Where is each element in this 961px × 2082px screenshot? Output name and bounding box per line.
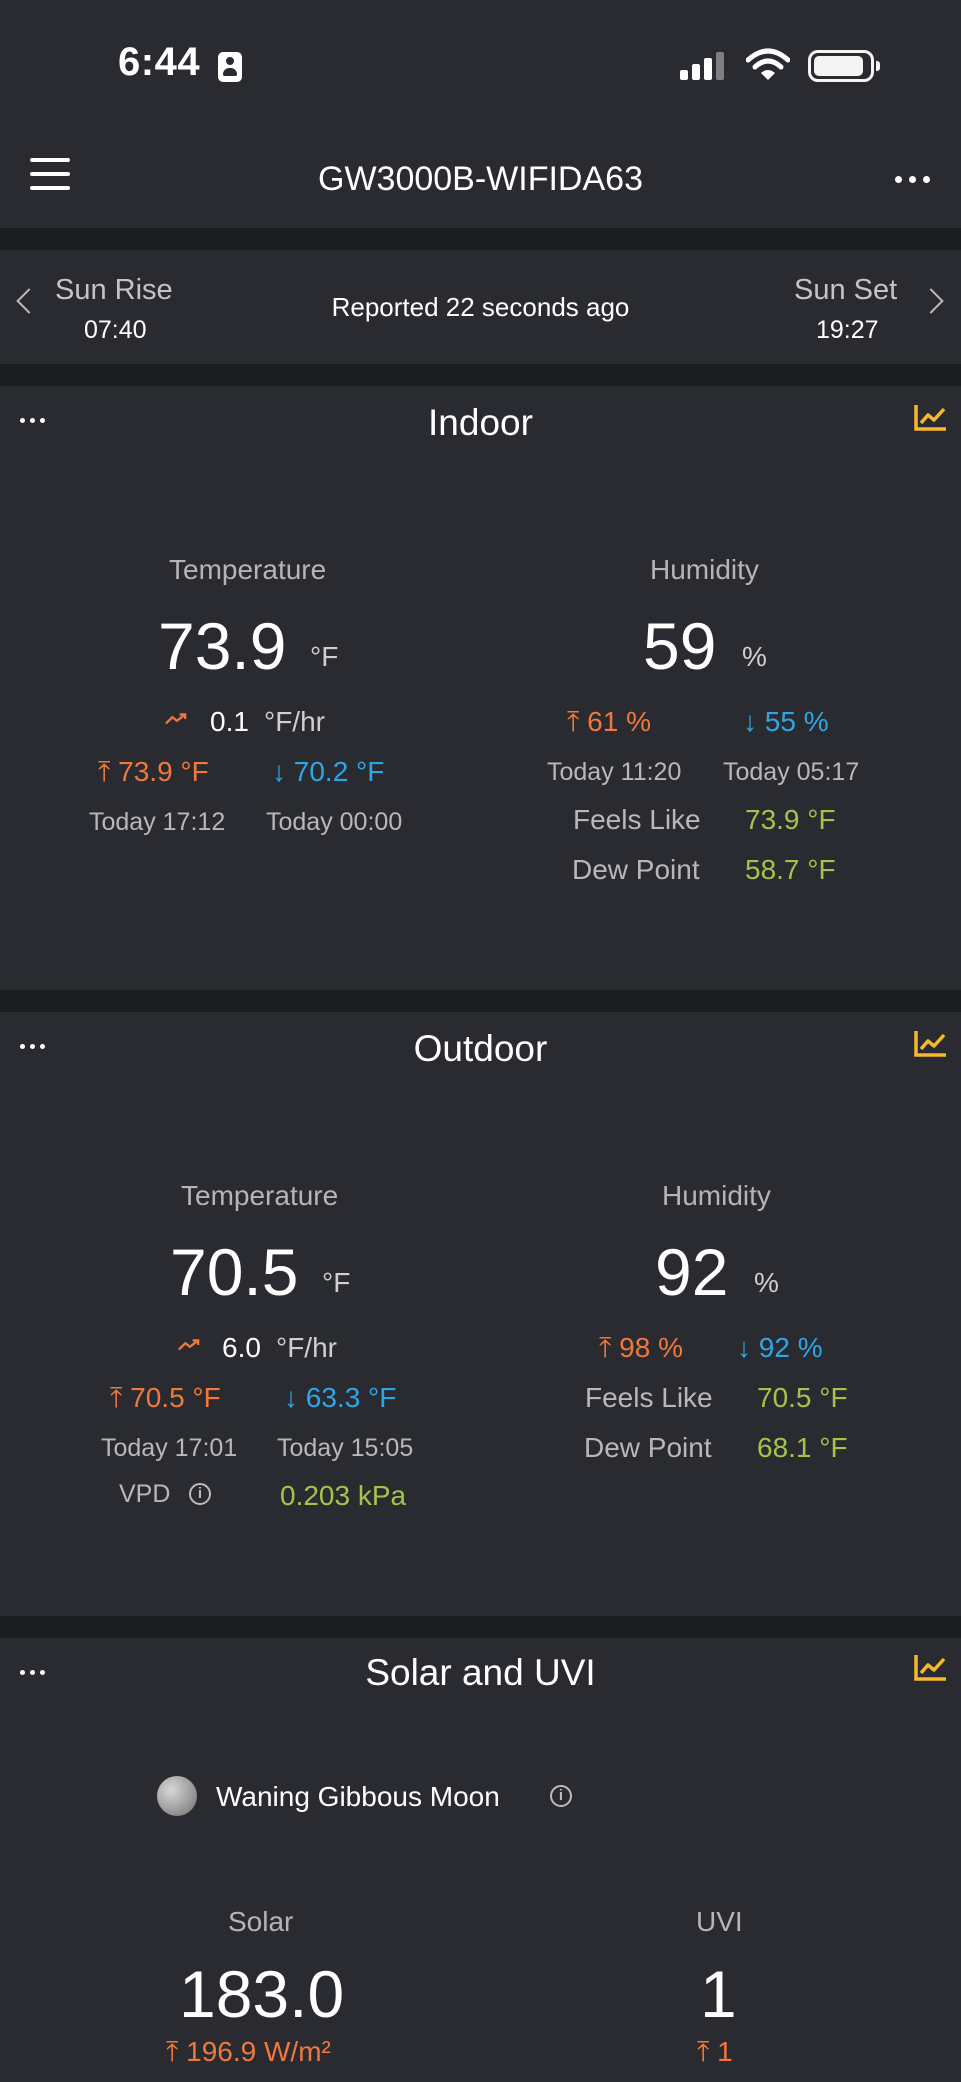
outdoor-temp-unit: °F bbox=[322, 1267, 351, 1298]
solar-value: 183.0 bbox=[179, 1957, 345, 2031]
outdoor-feels-like-label: Feels Like bbox=[585, 1382, 713, 1413]
solar-label: Solar bbox=[228, 1906, 294, 1937]
indoor-dew-point-label: Dew Point bbox=[572, 854, 700, 885]
indoor-trend-value: 0.1 bbox=[210, 706, 249, 737]
outdoor-humidity-low: ↓ 92 % bbox=[737, 1332, 823, 1363]
outdoor-feels-like-value: 70.5 °F bbox=[757, 1382, 848, 1413]
outdoor-humidity-value: 92 bbox=[655, 1235, 729, 1309]
outdoor-temp-label: Temperature bbox=[181, 1180, 339, 1211]
contact-card-icon bbox=[218, 52, 242, 82]
outdoor-title: Outdoor bbox=[413, 1028, 548, 1069]
sunset-time: 19:27 bbox=[816, 316, 879, 344]
indoor-temp-unit: °F bbox=[310, 641, 339, 672]
indoor-temp-high: ⤒ 73.9 °F bbox=[98, 756, 209, 787]
indoor-temp-low: ↓ 70.2 °F bbox=[272, 756, 385, 787]
indoor-humidity-low: ↓ 55 % bbox=[743, 706, 829, 737]
indoor-feels-like-value: 73.9 °F bbox=[745, 804, 836, 835]
outdoor-trend-unit: °F/hr bbox=[276, 1332, 337, 1363]
device-title: GW3000B-WIFIDA63 bbox=[318, 160, 643, 198]
sun-times-bar: Sun Rise 07:40 Reported 22 seconds ago S… bbox=[0, 250, 961, 364]
uvi-high: ⤒ 1 bbox=[697, 2036, 733, 2067]
outdoor-dew-point-label: Dew Point bbox=[584, 1432, 712, 1463]
outdoor-vpd-label: VPD bbox=[119, 1480, 171, 1508]
outdoor-card: Outdoor Temperature 70.5 °F 6.0 °F/hr ⤒ … bbox=[0, 1012, 961, 1616]
indoor-humidity-value: 59 bbox=[643, 609, 717, 683]
indoor-title: Indoor bbox=[428, 402, 533, 443]
indoor-temp-label: Temperature bbox=[169, 554, 327, 585]
outdoor-humidity-high: ⤒ 98 % bbox=[599, 1332, 683, 1363]
vpd-info-icon[interactable]: i bbox=[189, 1483, 211, 1505]
outdoor-dew-point-value: 68.1 °F bbox=[757, 1432, 848, 1463]
indoor-card: Indoor Temperature 73.9 °F 0.1 °F/hr ⤒ 7… bbox=[0, 386, 961, 990]
sunset-label: Sun Set bbox=[794, 274, 898, 306]
uvi-label: UVI bbox=[696, 1906, 743, 1937]
moon-phase-label: Waning Gibbous Moon bbox=[216, 1781, 500, 1812]
cellular-signal-icon bbox=[680, 52, 726, 80]
outdoor-chart-icon[interactable] bbox=[913, 1028, 949, 1058]
indoor-humidity-unit: % bbox=[742, 641, 767, 672]
moon-phase-icon bbox=[157, 1776, 197, 1816]
trend-up-icon bbox=[165, 713, 187, 725]
status-bar: 6:44 bbox=[0, 0, 961, 120]
app-header: GW3000B-WIFIDA63 bbox=[0, 120, 961, 228]
solar-high: ⤒ 196.9 W/m² bbox=[166, 2036, 331, 2067]
outdoor-temp-high: ⤒ 70.5 °F bbox=[110, 1382, 221, 1413]
indoor-temp-value: 73.9 bbox=[158, 609, 287, 683]
moon-info-icon[interactable]: i bbox=[550, 1785, 572, 1807]
outdoor-temp-low: ↓ 63.3 °F bbox=[284, 1382, 397, 1413]
trend-up-icon bbox=[178, 1339, 200, 1351]
indoor-temp-high-time: Today 17:12 bbox=[89, 808, 226, 836]
app-screen: 6:44 GW3000B-WIFIDA63 Sun Rise 07:40 Rep… bbox=[0, 0, 961, 2082]
outdoor-humidity-unit: % bbox=[754, 1267, 779, 1298]
solar-chart-icon[interactable] bbox=[913, 1652, 949, 1682]
outdoor-trend-value: 6.0 bbox=[222, 1332, 261, 1363]
uvi-value: 1 bbox=[700, 1957, 737, 2031]
indoor-humidity-low-time: Today 05:17 bbox=[723, 758, 860, 786]
indoor-chart-icon[interactable] bbox=[913, 402, 949, 432]
solar-title: Solar and UVI bbox=[365, 1652, 596, 1693]
indoor-feels-like-label: Feels Like bbox=[573, 804, 701, 835]
indoor-trend-unit: °F/hr bbox=[264, 706, 325, 737]
outdoor-humidity-label: Humidity bbox=[662, 1180, 771, 1211]
indoor-humidity-high: ⤒ 61 % bbox=[567, 706, 651, 737]
outdoor-vpd-value: 0.203 kPa bbox=[280, 1480, 407, 1511]
outdoor-temp-value: 70.5 bbox=[170, 1235, 299, 1309]
outdoor-temp-high-time: Today 17:01 bbox=[101, 1434, 238, 1462]
solar-uvi-card: Solar and UVI Waning Gibbous Moon i Sola… bbox=[0, 1638, 961, 2082]
status-time: 6:44 bbox=[118, 40, 201, 84]
battery-icon bbox=[808, 50, 880, 82]
indoor-humidity-high-time: Today 11:20 bbox=[547, 758, 682, 786]
indoor-humidity-label: Humidity bbox=[650, 554, 759, 585]
outdoor-temp-low-time: Today 15:05 bbox=[277, 1434, 414, 1462]
indoor-dew-point-value: 58.7 °F bbox=[745, 854, 836, 885]
more-options-icon[interactable] bbox=[895, 176, 931, 184]
wifi-icon bbox=[746, 48, 790, 80]
indoor-temp-low-time: Today 00:00 bbox=[266, 808, 403, 836]
